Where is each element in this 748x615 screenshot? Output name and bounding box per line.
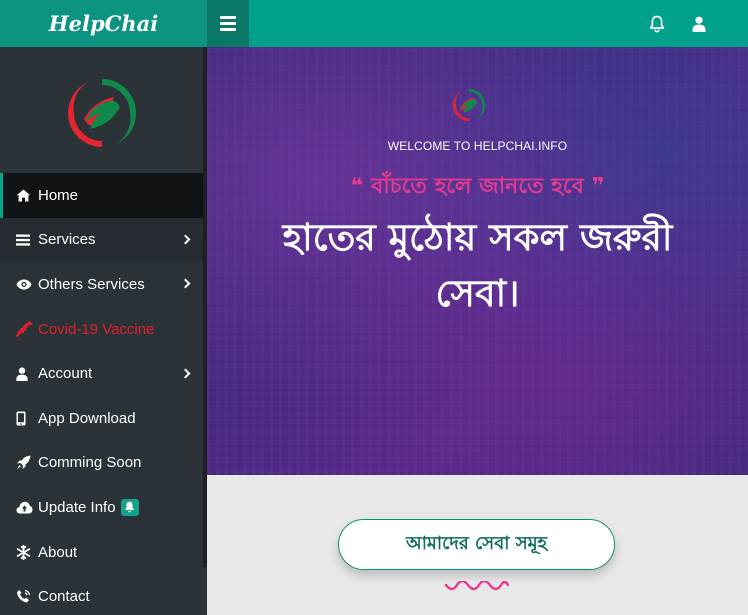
menu-toggle-button[interactable] xyxy=(207,0,249,47)
sidebar-item-services[interactable]: Services xyxy=(0,217,203,263)
phone-icon xyxy=(16,589,34,605)
hero-headline: হাতের মুঠোয় সকল জরুরী সেবা। xyxy=(217,210,738,322)
chevron-right-icon xyxy=(180,368,191,379)
wave-divider-icon xyxy=(444,581,510,591)
sidebar-item-label: Services xyxy=(38,231,96,249)
top-bar: HelpChai xyxy=(0,0,748,47)
notification-button[interactable] xyxy=(647,13,667,35)
home-icon xyxy=(16,187,34,203)
sidebar-item-label: Comming Soon xyxy=(38,454,142,472)
bell-icon xyxy=(125,502,135,513)
bars-icon xyxy=(16,232,34,248)
sidebar-item-label: Account xyxy=(38,365,93,383)
sidebar-item-label: App Download xyxy=(38,409,136,427)
sidebar-item-label: Others Services xyxy=(38,275,145,293)
cloud-upload-icon xyxy=(16,499,34,515)
chevron-right-icon xyxy=(180,279,191,289)
helpchai-logo[interactable] xyxy=(64,75,140,151)
user-icon xyxy=(16,366,34,382)
welcome-text: WELCOME TO HELPCHAI.INFO xyxy=(387,139,568,153)
sidebar-item-others-services[interactable]: Others Services xyxy=(0,262,203,307)
sidebar-item-update-info[interactable]: Update Info xyxy=(0,485,203,530)
eye-icon xyxy=(16,276,34,292)
user-icon xyxy=(692,16,706,32)
sidebar-item-about[interactable]: About xyxy=(0,530,203,575)
rocket-icon xyxy=(16,455,34,471)
sidebar-item-comming-soon[interactable]: Comming Soon xyxy=(0,441,203,486)
headline-line: হাতের মুঠোয় সকল জরুরী xyxy=(282,216,673,259)
sidebar-item-label: Home xyxy=(38,186,79,204)
sidebar-item-contact[interactable]: Contact xyxy=(0,574,203,615)
hero-banner: WELCOME TO HELPCHAI.INFO ❝ বাঁচতে হলে জা… xyxy=(207,47,748,475)
sidebar-item-app-download[interactable]: App Download xyxy=(0,396,203,441)
services-section: আমাদের সেবা সমূহ xyxy=(207,475,748,615)
sidebar-item-covid-vaccine[interactable]: Covid-19 Vaccine xyxy=(0,307,203,352)
headline-line: সেবা। xyxy=(435,272,520,315)
brand-logo[interactable]: HelpChai xyxy=(0,0,207,47)
sidebar-item-home[interactable]: Home xyxy=(0,173,203,218)
user-menu-button[interactable] xyxy=(689,13,709,35)
our-services-button[interactable]: আমাদের সেবা সমূহ xyxy=(338,519,615,570)
mobile-icon xyxy=(16,410,34,426)
bell-icon xyxy=(649,15,665,33)
hamburger-icon xyxy=(220,16,236,31)
sidebar-item-label: Contact xyxy=(38,588,90,606)
sidebar-item-label: Update Info xyxy=(38,498,116,516)
helpchai-logo xyxy=(452,88,486,122)
hero-tagline: ❝ বাঁচতে হলে জানতে হবে ❞ xyxy=(350,174,605,199)
sidebar-item-label: Covid-19 Vaccine xyxy=(38,320,155,338)
sidebar-item-label: About xyxy=(38,543,78,561)
syringe-icon xyxy=(16,321,34,338)
snowflake-icon xyxy=(16,544,34,560)
sidebar-item-account[interactable]: Account xyxy=(0,351,203,396)
sidebar: Home Services Others Services Covid-19 V… xyxy=(0,47,207,615)
sidebar-nav: Home Services Others Services Covid-19 V… xyxy=(0,173,203,615)
update-badge xyxy=(120,498,139,516)
chevron-right-icon xyxy=(180,234,191,245)
